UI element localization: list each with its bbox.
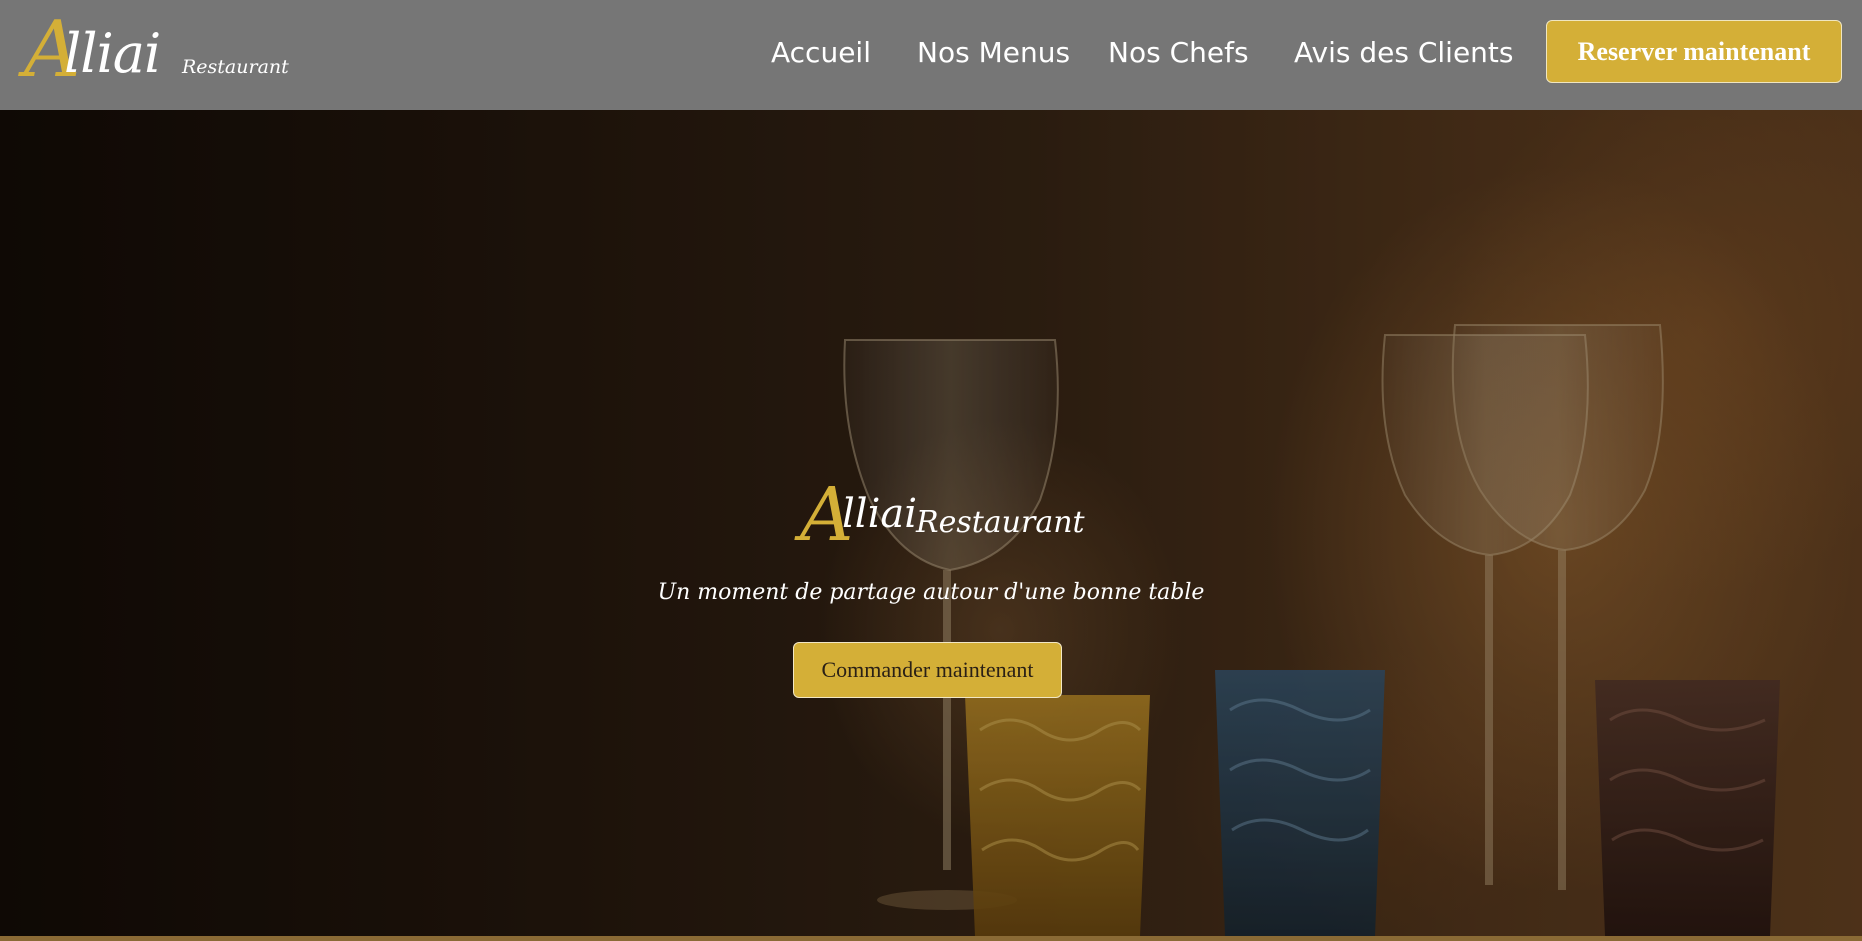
hero-tagline: Un moment de partage autour d'une bonne …	[657, 580, 1205, 605]
hero-bottom-border	[0, 936, 1862, 941]
nav-link-avis-clients[interactable]: Avis des Clients	[1294, 36, 1514, 69]
hero-title-name: lliai	[842, 491, 918, 537]
hero-title-subtitle: Restaurant	[916, 505, 1085, 540]
hero-section: A lliai Restaurant Un moment de partage …	[0, 110, 1862, 936]
nav-link-nos-menus[interactable]: Nos Menus	[917, 36, 1070, 69]
navbar: A lliai Restaurant Accueil Nos Menus Nos…	[0, 0, 1862, 110]
nav-link-accueil[interactable]: Accueil	[771, 36, 871, 69]
nav-link-nos-chefs[interactable]: Nos Chefs	[1108, 36, 1249, 69]
hero-title: A lliai Restaurant	[800, 475, 1120, 565]
reserve-button[interactable]: Reserver maintenant	[1546, 20, 1842, 83]
order-now-button[interactable]: Commander maintenant	[793, 642, 1062, 698]
